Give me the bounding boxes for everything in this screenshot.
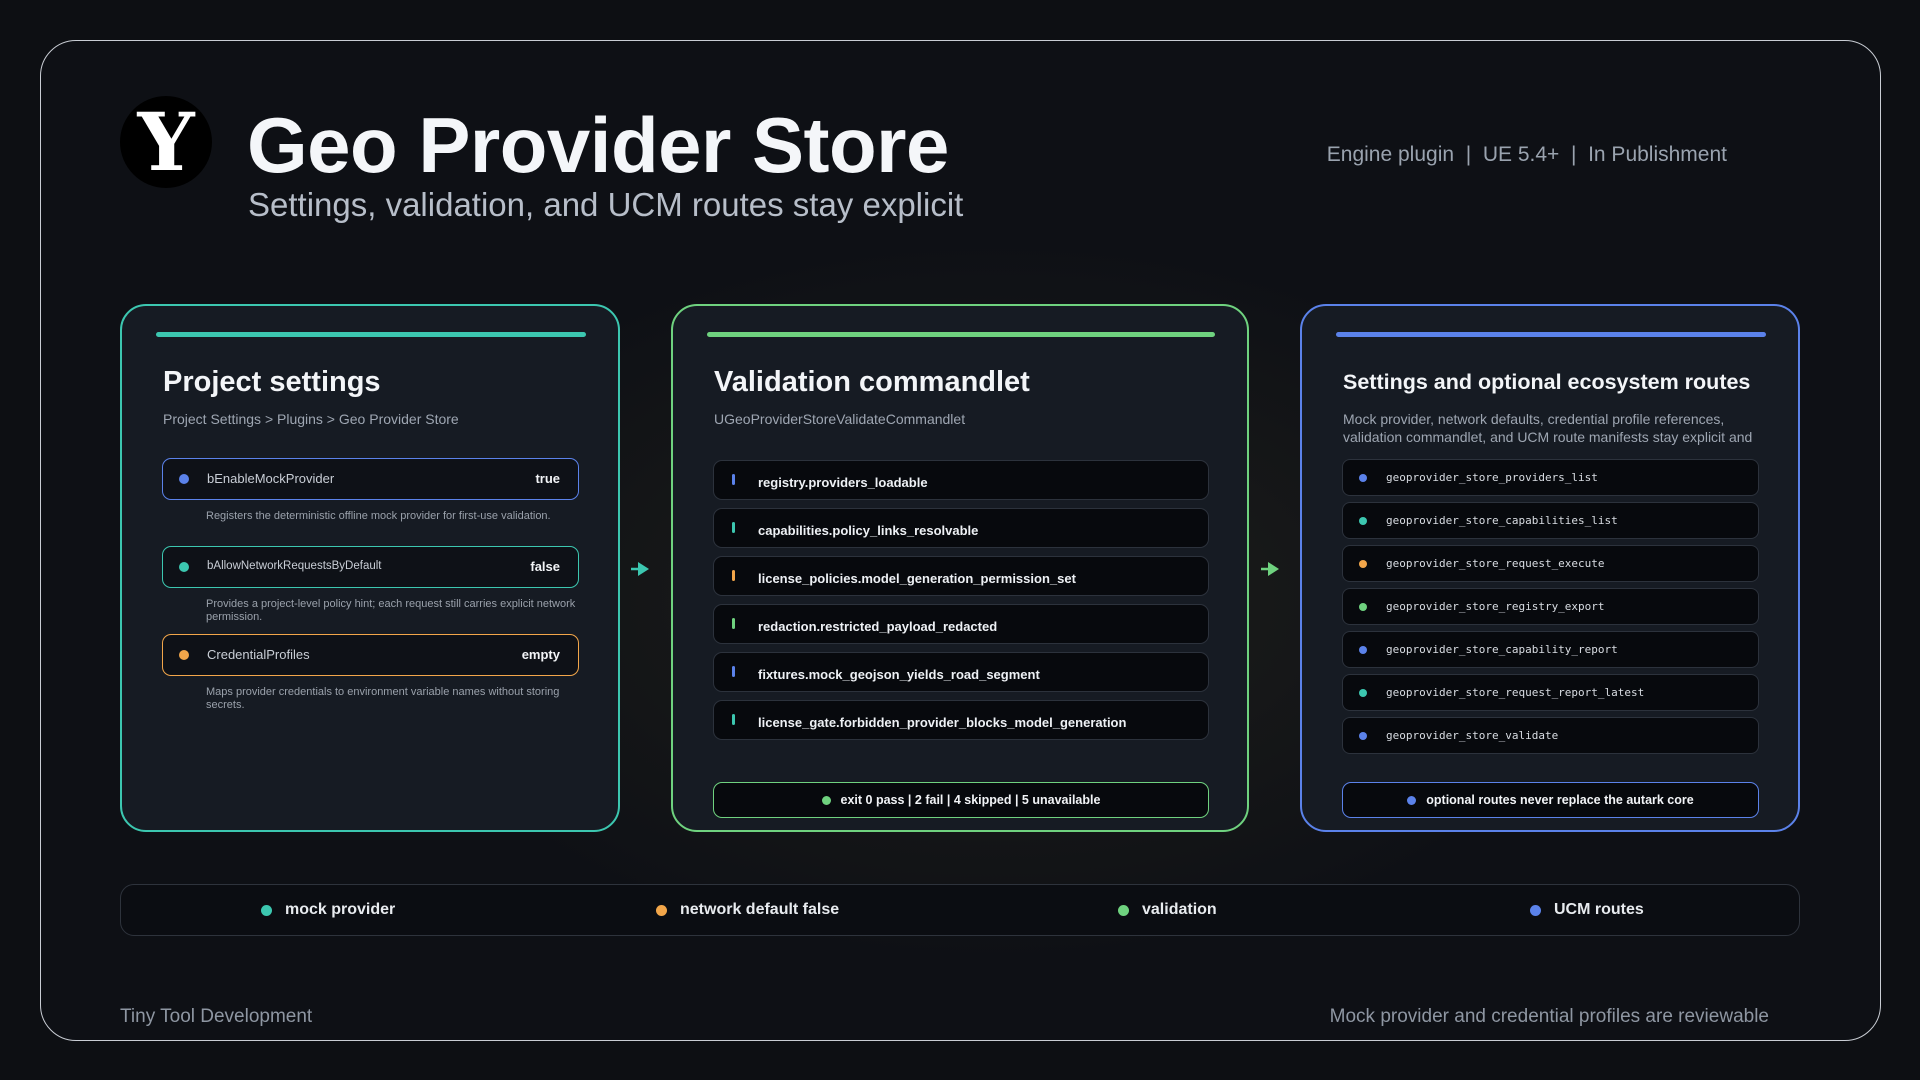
- validation-check[interactable]: registry.providers_loadable: [713, 460, 1209, 500]
- route-item[interactable]: geoprovider_store_capability_report: [1342, 631, 1759, 668]
- setting-credential-profiles[interactable]: CredentialProfiles empty: [162, 634, 579, 676]
- validation-check[interactable]: license_policies.model_generation_permis…: [713, 556, 1209, 596]
- legend-dot: [1118, 904, 1129, 916]
- legend-label: validation: [1142, 901, 1217, 918]
- check-label: fixtures.mock_geojson_yields_road_segmen…: [758, 667, 1040, 682]
- project-settings-card: Project settings Project Settings > Plug…: [120, 304, 620, 832]
- validation-commandlet-card: Validation commandlet UGeoProviderStoreV…: [671, 304, 1249, 832]
- route-item[interactable]: geoprovider_store_capabilities_list: [1342, 502, 1759, 539]
- route-item[interactable]: geoprovider_store_validate: [1342, 717, 1759, 754]
- validation-check[interactable]: license_gate.forbidden_provider_blocks_m…: [713, 700, 1209, 740]
- page-subtitle: Settings, validation, and UCM routes sta…: [248, 186, 964, 223]
- route-label: geoprovider_store_request_execute: [1386, 557, 1605, 570]
- check-marker: [732, 714, 735, 725]
- status-dot: [1359, 646, 1367, 654]
- setting-value: true: [535, 471, 560, 486]
- route-label: geoprovider_store_providers_list: [1386, 471, 1598, 484]
- legend-item: network default false: [656, 901, 839, 919]
- check-marker: [732, 618, 735, 629]
- summary-label: exit 0 pass | 2 fail | 4 skipped | 5 una…: [840, 793, 1101, 807]
- legend-label: UCM routes: [1554, 901, 1644, 918]
- setting-name: CredentialProfiles: [207, 647, 310, 662]
- setting-description: Registers the deterministic offline mock…: [206, 510, 551, 522]
- page-title: Geo Provider Store: [247, 101, 949, 189]
- setting-name: bAllowNetworkRequestsByDefault: [207, 560, 382, 572]
- arrow-right-icon: [631, 562, 649, 576]
- check-marker: [732, 570, 735, 581]
- setting-value: false: [530, 559, 560, 574]
- validation-check[interactable]: fixtures.mock_geojson_yields_road_segmen…: [713, 652, 1209, 692]
- arrow-right-icon: [1261, 562, 1279, 576]
- legend-label: mock provider: [285, 901, 396, 918]
- check-label: redaction.restricted_payload_redacted: [758, 619, 998, 634]
- route-item[interactable]: geoprovider_store_request_execute: [1342, 545, 1759, 582]
- card-accent-bar: [156, 332, 586, 337]
- route-item[interactable]: geoprovider_store_registry_export: [1342, 588, 1759, 625]
- check-label: capabilities.policy_links_resolvable: [758, 523, 979, 538]
- check-label: license_gate.forbidden_provider_blocks_m…: [758, 715, 1127, 730]
- card-title: Project settings: [163, 366, 381, 398]
- check-marker: [732, 522, 735, 533]
- validation-check[interactable]: redaction.restricted_payload_redacted: [713, 604, 1209, 644]
- setting-enable-mock-provider[interactable]: bEnableMockProvider true: [162, 458, 579, 500]
- route-label: geoprovider_store_capabilities_list: [1386, 514, 1618, 527]
- status-dot: [1359, 732, 1367, 740]
- legend-item: UCM routes: [1530, 901, 1644, 919]
- route-label: geoprovider_store_validate: [1386, 729, 1559, 742]
- legend: mock provider network default false vali…: [120, 884, 1800, 936]
- legend-item: mock provider: [261, 901, 395, 919]
- status-dot: [1359, 603, 1367, 611]
- status-dot: [1407, 795, 1417, 805]
- status-dot: [179, 562, 189, 572]
- status-dot: [1359, 474, 1367, 482]
- setting-allow-network-requests[interactable]: bAllowNetworkRequestsByDefault false: [162, 546, 579, 588]
- routes-summary: optional routes never replace the autark…: [1342, 782, 1759, 818]
- validation-check[interactable]: capabilities.policy_links_resolvable: [713, 508, 1209, 548]
- check-label: registry.providers_loadable: [758, 475, 928, 490]
- setting-description: Maps provider credentials to environment…: [206, 686, 560, 711]
- card-accent-bar: [707, 332, 1215, 337]
- legend-dot: [656, 904, 667, 916]
- meta-info: Engine plugin | UE 5.4+ | In Publishment: [1326, 143, 1727, 166]
- card-title: Validation commandlet: [714, 366, 1030, 398]
- card-title: Settings and optional ecosystem routes: [1343, 370, 1751, 394]
- summary-label: optional routes never replace the autark…: [1426, 793, 1694, 807]
- route-item[interactable]: geoprovider_store_request_report_latest: [1342, 674, 1759, 711]
- route-label: geoprovider_store_registry_export: [1386, 600, 1605, 613]
- status-dot: [821, 795, 831, 805]
- setting-value: empty: [521, 647, 560, 662]
- card-description: Mock provider, network defaults, credent…: [1343, 411, 1753, 445]
- legend-item: validation: [1118, 901, 1217, 919]
- ecosystem-routes-card: Settings and optional ecosystem routes M…: [1300, 304, 1800, 832]
- logo: Y: [120, 96, 212, 188]
- validation-summary: exit 0 pass | 2 fail | 4 skipped | 5 una…: [713, 782, 1209, 818]
- legend-label: network default false: [680, 901, 840, 918]
- legend-dot: [1530, 904, 1541, 916]
- status-dot: [1359, 689, 1367, 697]
- status-dot: [1359, 560, 1367, 568]
- logo-letter: Y: [137, 95, 195, 189]
- legend-dot: [261, 904, 272, 916]
- card-accent-bar: [1336, 332, 1766, 337]
- check-label: license_policies.model_generation_permis…: [758, 571, 1076, 586]
- status-dot: [179, 650, 189, 660]
- status-dot: [1359, 517, 1367, 525]
- commandlet-class: UGeoProviderStoreValidateCommandlet: [714, 411, 966, 427]
- route-item[interactable]: geoprovider_store_providers_list: [1342, 459, 1759, 496]
- footer-right: Mock provider and credential profiles ar…: [1329, 1006, 1769, 1027]
- status-dot: [179, 474, 189, 484]
- setting-description: Provides a project-level policy hint; ea…: [206, 598, 576, 623]
- check-marker: [732, 474, 735, 485]
- breadcrumb: Project Settings > Plugins > Geo Provide…: [163, 411, 459, 427]
- setting-name: bEnableMockProvider: [207, 471, 335, 486]
- route-label: geoprovider_store_capability_report: [1386, 643, 1618, 656]
- route-label: geoprovider_store_request_report_latest: [1386, 686, 1645, 699]
- check-marker: [732, 666, 735, 677]
- footer-left: Tiny Tool Development: [120, 1006, 313, 1027]
